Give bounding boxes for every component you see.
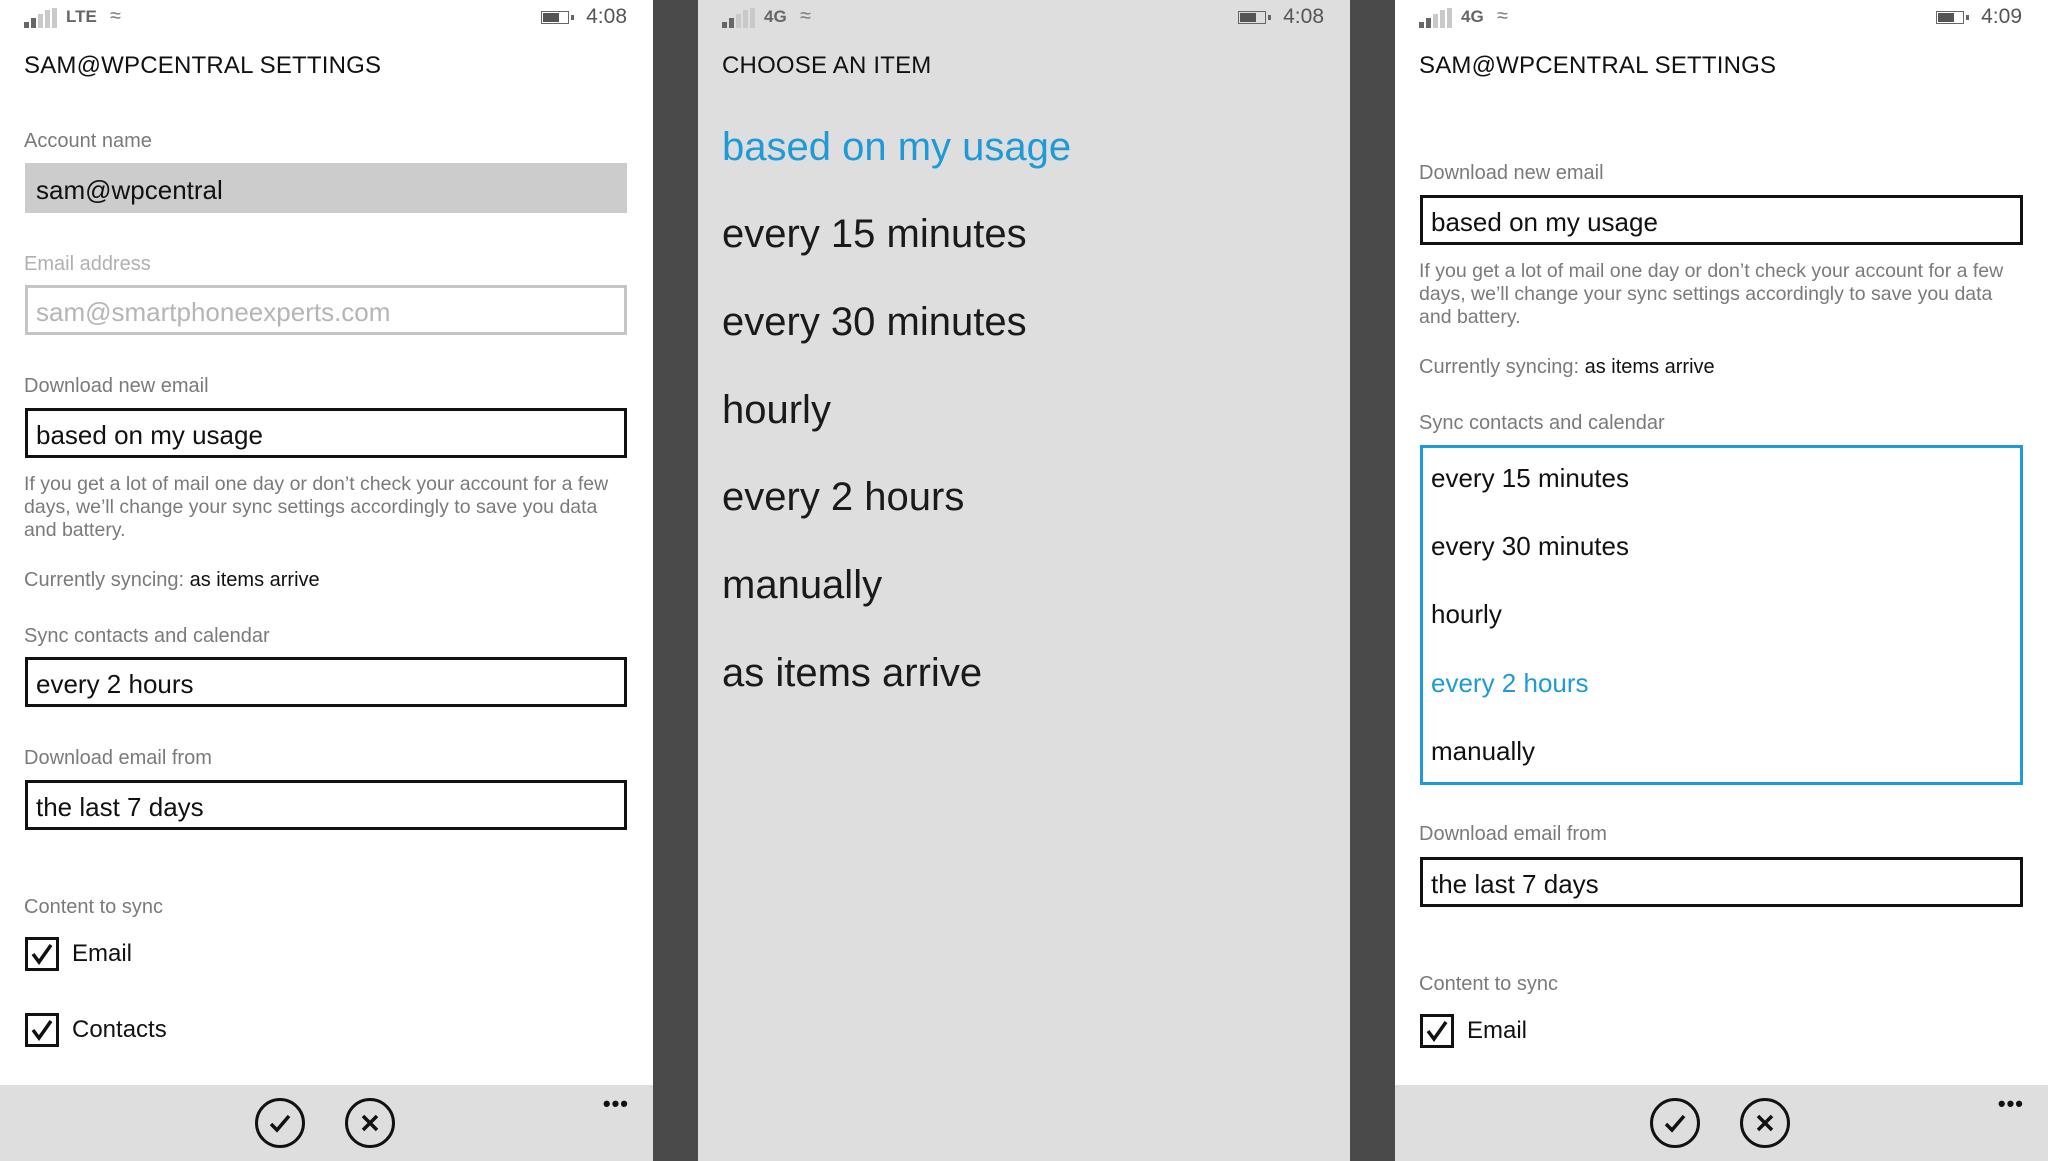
help-text: If you get a lot of mail one day or don’… — [24, 473, 609, 541]
currently-syncing-value: as items arrive — [1584, 356, 1715, 378]
cancel-button[interactable] — [345, 1098, 395, 1148]
help-text: If you get a lot of mail one day or don’… — [1419, 260, 2004, 328]
download-from-label: Download email from — [24, 747, 212, 769]
email-address-field: sam@smartphoneexperts.com — [25, 285, 627, 335]
settings-screen-2: 4G ≈ 4:09 SAM@WPCENTRAL SETTINGS Downloa… — [1395, 0, 2048, 1161]
more-options-button[interactable]: ••• — [603, 1091, 629, 1117]
currently-syncing-value: as items arrive — [189, 569, 320, 591]
currently-syncing: Currently syncing: as items arrive — [24, 569, 320, 592]
close-icon — [1756, 1114, 1774, 1132]
currently-syncing-label: Currently syncing: — [1419, 356, 1580, 378]
check-icon — [1664, 1114, 1686, 1133]
picker-option[interactable]: hourly — [722, 388, 831, 433]
list-option[interactable]: manually — [1431, 736, 1535, 767]
checkmark-icon — [31, 1019, 53, 1041]
picker-option[interactable]: based on my usage — [722, 125, 1071, 170]
download-new-email-label: Download new email — [24, 375, 209, 397]
currently-syncing-label: Currently syncing: — [24, 569, 185, 591]
picker-option[interactable]: manually — [722, 563, 882, 608]
signal-strength-icon — [1419, 8, 1453, 28]
email-checkbox-label: Email — [1467, 1017, 1528, 1044]
picker-option[interactable]: every 2 hours — [722, 475, 964, 520]
done-button[interactable] — [255, 1098, 305, 1148]
page-title: SAM@WPCENTRAL SETTINGS — [1419, 52, 1777, 79]
network-type: LTE — [66, 7, 97, 26]
data-sense-icon: ≈ — [1497, 5, 1508, 27]
battery-icon — [541, 11, 574, 24]
checkmark-icon — [1426, 1020, 1448, 1042]
app-bar: ••• — [0, 1085, 653, 1161]
picker-option[interactable]: every 30 minutes — [722, 300, 1027, 345]
sync-contacts-expanded-list[interactable]: every 15 minutes every 30 minutes hourly… — [1420, 445, 2023, 785]
page-title: SAM@WPCENTRAL SETTINGS — [24, 52, 382, 79]
battery-icon — [1936, 11, 1969, 24]
sync-contacts-label: Sync contacts and calendar — [24, 625, 270, 647]
settings-screen-1: LTE ≈ 4:08 SAM@WPCENTRAL SETTINGS Accoun… — [0, 0, 653, 1161]
network-type: 4G — [764, 7, 787, 26]
network-type: 4G — [1461, 7, 1484, 26]
data-sense-icon: ≈ — [800, 5, 811, 27]
more-options-button[interactable]: ••• — [1998, 1091, 2024, 1117]
email-checkbox[interactable] — [25, 937, 59, 971]
download-from-select[interactable]: the last 7 days — [1420, 857, 2023, 907]
sync-contacts-select[interactable]: every 2 hours — [25, 657, 627, 707]
download-from-select[interactable]: the last 7 days — [25, 780, 627, 830]
cancel-button[interactable] — [1740, 1098, 1790, 1148]
picker-option[interactable]: as items arrive — [722, 651, 982, 696]
content-to-sync-label: Content to sync — [24, 896, 163, 918]
contacts-checkbox-label: Contacts — [72, 1016, 167, 1043]
page-title: CHOOSE AN ITEM — [722, 52, 932, 79]
account-name-label: Account name — [24, 130, 152, 152]
done-button[interactable] — [1650, 1098, 1700, 1148]
list-option[interactable]: every 15 minutes — [1431, 463, 1629, 494]
status-bar: LTE ≈ 4:08 — [0, 0, 653, 36]
download-new-email-select[interactable]: based on my usage — [25, 408, 627, 458]
email-address-label: Email address — [24, 253, 151, 275]
checkmark-icon — [31, 943, 53, 965]
download-new-email-select[interactable]: based on my usage — [1420, 195, 2023, 245]
email-checkbox-label: Email — [72, 940, 133, 967]
signal-strength-icon — [24, 8, 58, 28]
currently-syncing: Currently syncing: as items arrive — [1419, 356, 1715, 379]
list-option-selected[interactable]: every 2 hours — [1431, 668, 1589, 699]
check-icon — [269, 1114, 291, 1133]
app-bar: ••• — [1395, 1085, 2048, 1161]
clock: 4:08 — [586, 5, 627, 28]
list-option[interactable]: every 30 minutes — [1431, 531, 1629, 562]
content-to-sync-label: Content to sync — [1419, 973, 1558, 995]
status-bar: 4G ≈ 4:08 — [698, 0, 1350, 36]
contacts-checkbox[interactable] — [25, 1013, 59, 1047]
list-option[interactable]: hourly — [1431, 599, 1502, 630]
clock: 4:08 — [1283, 5, 1324, 28]
download-new-email-label: Download new email — [1419, 162, 1604, 184]
account-name-field[interactable]: sam@wpcentral — [25, 163, 627, 213]
clock: 4:09 — [1981, 5, 2022, 28]
data-sense-icon: ≈ — [110, 5, 121, 27]
download-from-label: Download email from — [1419, 823, 1607, 845]
status-bar: 4G ≈ 4:09 — [1395, 0, 2048, 36]
picker-screen: 4G ≈ 4:08 CHOOSE AN ITEM based on my usa… — [698, 0, 1350, 1161]
picker-option[interactable]: every 15 minutes — [722, 212, 1027, 257]
signal-strength-icon — [722, 8, 756, 28]
sync-contacts-label: Sync contacts and calendar — [1419, 412, 1665, 434]
battery-icon — [1238, 11, 1271, 24]
email-checkbox[interactable] — [1420, 1014, 1454, 1048]
close-icon — [361, 1114, 379, 1132]
